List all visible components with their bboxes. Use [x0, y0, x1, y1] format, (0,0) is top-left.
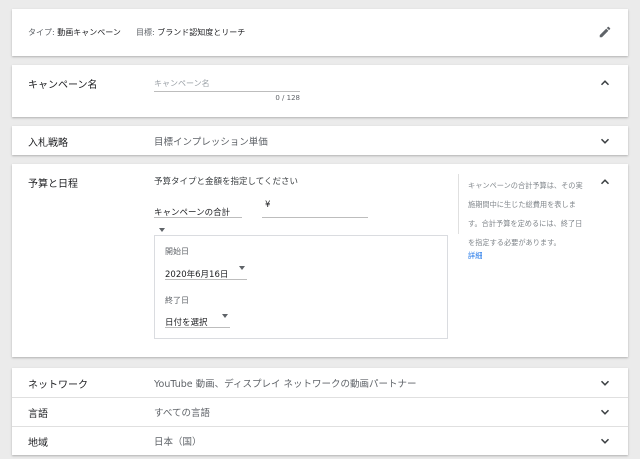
budget-schedule-section: 予算と日程 予算タイプと金額を指定してください キャンペーンの合計 ¥ 開始日 … [12, 164, 628, 357]
start-date-label: 開始日 [165, 247, 189, 256]
chevron-down-icon[interactable] [598, 434, 612, 448]
campaign-name-section: キャンペーン名 キャンペーン名 0 / 128 [12, 65, 628, 117]
start-date-underline [165, 279, 247, 280]
character-counter: 0 / 128 [275, 94, 300, 102]
campaign-goal: 目標: ブランド認知度とリーチ [136, 27, 245, 38]
budget-amount-input[interactable]: ¥ [262, 200, 368, 218]
location-row[interactable]: 地域 日本（国） [12, 426, 628, 455]
language-value: すべての言語 [154, 408, 210, 419]
bidding-strategy-value: 目標インプレッション単価 [154, 137, 268, 148]
currency-symbol: ¥ [265, 200, 271, 210]
chevron-up-icon[interactable] [598, 76, 612, 90]
end-date-select[interactable]: 日付を選択 [165, 310, 230, 328]
campaign-name-placeholder: キャンペーン名 [154, 79, 210, 88]
targeting-settings-card: ネットワーク YouTube 動画、ディスプレイ ネットワークの動画パートナー … [12, 368, 628, 455]
language-label: 言語 [28, 409, 48, 420]
goal-label: 目標: [136, 28, 155, 37]
location-label: 地域 [28, 438, 48, 449]
learn-more-link[interactable]: 詳細 [468, 249, 588, 262]
chevron-down-icon[interactable] [598, 134, 612, 148]
budget-type-underline [154, 217, 242, 218]
bidding-strategy-section[interactable]: 入札戦略 目標インプレッション単価 [12, 126, 628, 155]
location-value: 日本（国） [154, 437, 202, 448]
end-date-underline [165, 327, 230, 328]
campaign-name-underline [154, 91, 300, 92]
chevron-down-icon[interactable] [598, 405, 612, 419]
campaign-type: タイプ: 動画キャンペーン [28, 27, 121, 38]
start-date-select[interactable]: 2020年6月16日 [165, 262, 247, 280]
network-value: YouTube 動画、ディスプレイ ネットワークの動画パートナー [154, 379, 417, 390]
campaign-name-input[interactable]: キャンペーン名 0 / 128 [154, 75, 300, 102]
chevron-up-icon[interactable] [598, 175, 612, 189]
dropdown-arrow-icon [159, 227, 165, 232]
budget-schedule-label: 予算と日程 [28, 179, 78, 190]
type-value: 動画キャンペーン [57, 28, 121, 37]
budget-help-panel: キャンペーンの合計予算は、その実施期間中に生じた総費用を表します。合計予算を定め… [468, 173, 588, 262]
help-divider [458, 174, 459, 234]
pencil-icon[interactable] [598, 24, 612, 38]
budget-help-text: キャンペーンの合計予算は、その実施期間中に生じた総費用を表します。合計予算を定め… [468, 181, 583, 247]
campaign-name-label: キャンペーン名 [28, 80, 98, 91]
date-panel: 開始日 2020年6月16日 終了日 日付を選択 [154, 235, 448, 339]
budget-instruction: 予算タイプと金額を指定してください [154, 177, 298, 187]
bidding-strategy-label: 入札戦略 [28, 138, 68, 149]
network-label: ネットワーク [28, 380, 88, 391]
type-label: タイプ: [28, 28, 55, 37]
end-date-label: 終了日 [165, 296, 189, 305]
chevron-down-icon[interactable] [598, 376, 612, 390]
language-row[interactable]: 言語 すべての言語 [12, 397, 628, 426]
network-row[interactable]: ネットワーク YouTube 動画、ディスプレイ ネットワークの動画パートナー [12, 368, 628, 397]
dropdown-arrow-icon [222, 314, 228, 318]
budget-type-select[interactable]: キャンペーンの合計 [154, 200, 242, 232]
dropdown-arrow-icon [239, 266, 245, 270]
budget-amount-underline [262, 217, 368, 218]
goal-value: ブランド認知度とリーチ [157, 28, 246, 37]
campaign-summary-card: タイプ: 動画キャンペーン 目標: ブランド認知度とリーチ [12, 9, 628, 56]
